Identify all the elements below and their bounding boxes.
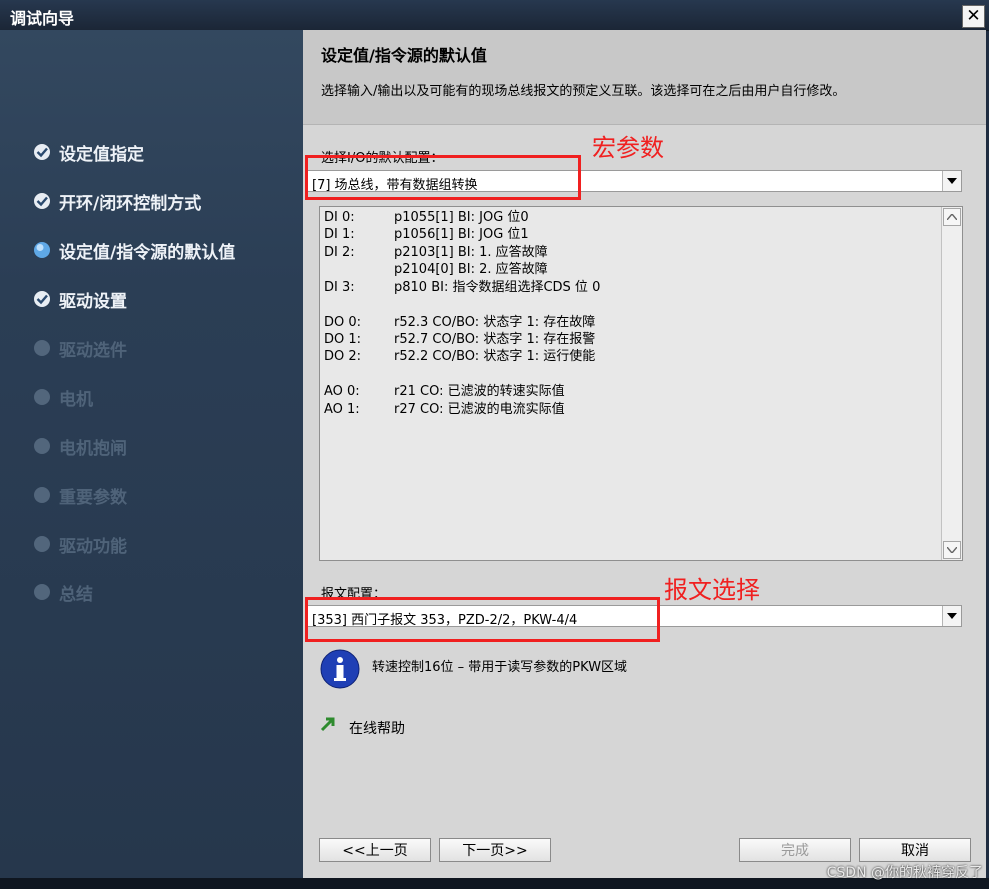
window-title: 调试向导 (10, 9, 75, 28)
pending-dot-icon (33, 388, 51, 406)
io-channel: DO 1: (324, 332, 362, 347)
io-signal: p1055[1] BI: JOG 位0 (394, 210, 529, 225)
wizard-step-sidebar: 设定值指定 开环/闭环控制方式 设定值/指令源的默认值 驱动设置 驱动选件 电机 (0, 30, 303, 878)
io-signal: r52.7 CO/BO: 状态字 1: 存在报警 (394, 332, 596, 347)
cancel-button[interactable]: 取消 (859, 838, 971, 862)
step-control-mode[interactable]: 开环/闭环控制方式 (33, 189, 202, 214)
checkmark-icon (33, 290, 51, 308)
online-help-link[interactable]: 在线帮助 (349, 718, 405, 738)
step-summary: 总结 (33, 580, 93, 605)
finish-button: 完成 (739, 838, 851, 862)
io-signal: r52.3 CO/BO: 状态字 1: 存在故障 (394, 315, 596, 330)
close-button[interactable]: ✕ (962, 5, 985, 28)
step-label: 设定值/指令源的默认值 (59, 242, 236, 263)
step-motor: 电机 (33, 385, 93, 410)
pending-dot-icon (33, 535, 51, 553)
step-motor-brake: 电机抱闸 (33, 434, 127, 459)
checkmark-icon (33, 143, 51, 161)
step-label: 开环/闭环控制方式 (59, 193, 202, 214)
io-signal: r52.2 CO/BO: 状态字 1: 运行使能 (394, 349, 596, 364)
scroll-up-button[interactable] (943, 208, 961, 226)
chevron-down-icon[interactable] (942, 606, 961, 626)
step-drive-settings[interactable]: 驱动设置 (33, 287, 127, 312)
step-label: 电机 (59, 389, 93, 410)
next-button[interactable]: 下一页>> (439, 838, 551, 862)
io-signal: p2104[0] BI: 2. 应答故障 (394, 262, 548, 277)
title-bar: 调试向导 ✕ (0, 0, 989, 31)
io-signal: p810 BI: 指令数据组选择CDS 位 0 (394, 280, 601, 295)
step-setpoint-specification[interactable]: 设定值指定 (33, 140, 144, 165)
macro-annotation: 宏参数 (592, 134, 664, 162)
io-assignment-list[interactable]: DI 0: p1055[1] BI: JOG 位0 DI 1: p1056[1]… (319, 206, 963, 561)
chevron-down-icon[interactable] (942, 171, 961, 191)
step-label: 设定值指定 (59, 144, 144, 165)
pending-dot-icon (33, 437, 51, 455)
current-step-dot-icon (33, 241, 51, 259)
step-label: 重要参数 (59, 487, 127, 508)
io-signal: p2103[1] BI: 1. 应答故障 (394, 245, 548, 260)
io-channel: AO 0: (324, 384, 360, 399)
pending-dot-icon (33, 339, 51, 357)
telegram-highlight-box (305, 597, 660, 642)
step-important-parameters: 重要参数 (33, 483, 127, 508)
step-drive-functions: 驱动功能 (33, 532, 127, 557)
pending-dot-icon (33, 583, 51, 601)
scroll-down-button[interactable] (943, 541, 961, 559)
macro-highlight-box (305, 155, 581, 200)
chevron-down-icon (947, 547, 957, 553)
step-label: 电机抱闸 (59, 438, 127, 459)
io-signal: p1056[1] BI: JOG 位1 (394, 227, 529, 242)
page-title: 设定值/指令源的默认值 (321, 46, 487, 65)
watermark-text: CSDN @你的秋裤穿反了 (826, 865, 983, 881)
info-icon (320, 649, 360, 689)
step-drive-options: 驱动选件 (33, 336, 127, 361)
telegram-info-text: 转速控制16位 – 带用于读写参数的PKW区域 (372, 660, 628, 675)
step-label: 驱动功能 (59, 536, 127, 557)
io-channel: DI 2: (324, 245, 355, 260)
io-channel: DO 2: (324, 349, 362, 364)
io-channel: AO 1: (324, 402, 360, 417)
step-label: 总结 (59, 584, 93, 605)
io-signal: r27 CO: 已滤波的电流实际值 (394, 402, 565, 417)
help-arrow-icon (320, 716, 336, 732)
previous-button[interactable]: <<上一页 (319, 838, 431, 862)
io-signal: r21 CO: 已滤波的转速实际值 (394, 384, 565, 399)
page-description: 选择输入/输出以及可能有的现场总线报文的预定义互联。该选择可在之后由用户自行修改… (321, 84, 846, 99)
step-label: 驱动选件 (59, 340, 127, 361)
step-label: 驱动设置 (59, 291, 127, 312)
list-scrollbar[interactable] (941, 207, 962, 560)
checkmark-icon (33, 192, 51, 210)
close-icon: ✕ (966, 6, 981, 26)
page-header: 设定值/指令源的默认值 选择输入/输出以及可能有的现场总线报文的预定义互联。该选… (303, 30, 986, 125)
pending-dot-icon (33, 486, 51, 504)
io-channel: DO 0: (324, 315, 362, 330)
io-channel: DI 0: (324, 210, 355, 225)
chevron-up-icon (947, 214, 957, 220)
io-channel: DI 3: (324, 280, 355, 295)
telegram-annotation: 报文选择 (664, 576, 760, 604)
step-setpoint-defaults[interactable]: 设定值/指令源的默认值 (33, 238, 236, 263)
io-channel: DI 1: (324, 227, 355, 242)
